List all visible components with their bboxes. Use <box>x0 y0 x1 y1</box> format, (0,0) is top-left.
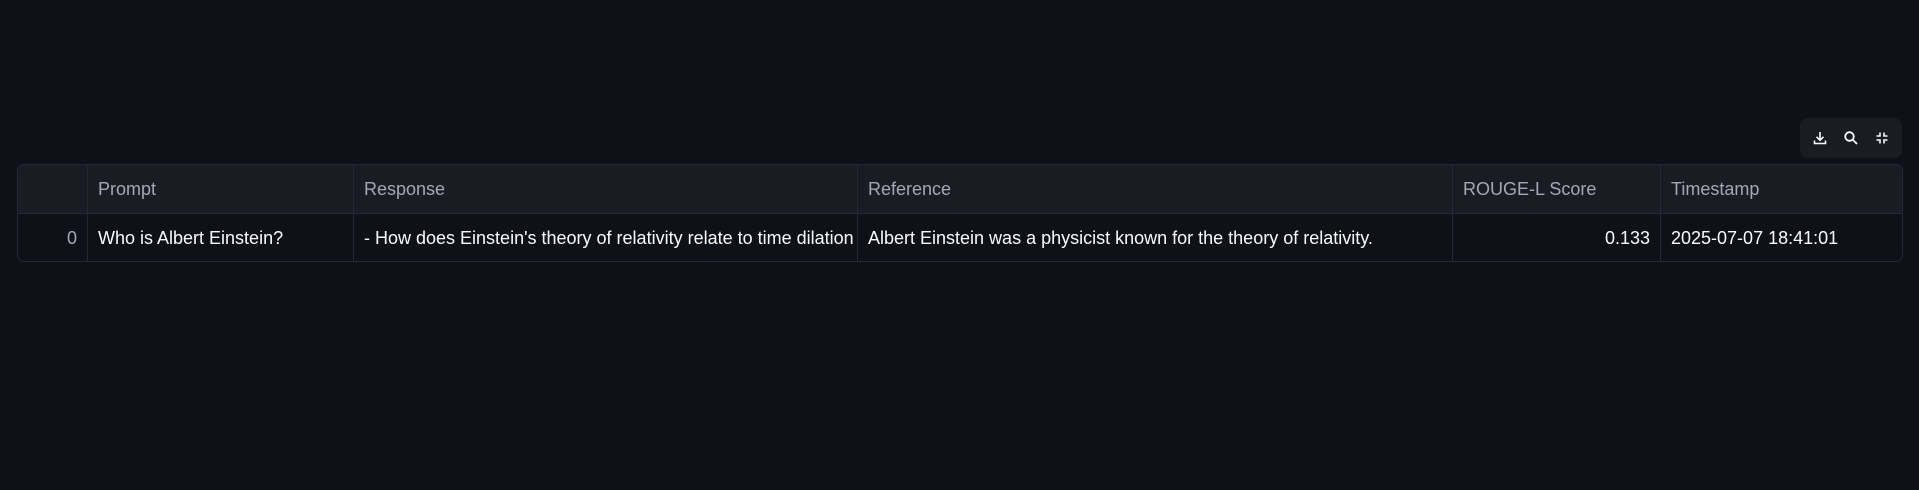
dataframe-table[interactable]: Prompt Response Reference ROUGE-L Score … <box>17 164 1903 262</box>
column-header-rouge-l-score[interactable]: ROUGE-L Score <box>1453 165 1661 213</box>
rouge-l-score-cell[interactable]: 0.133 <box>1453 214 1661 261</box>
column-header-reference[interactable]: Reference <box>858 165 1453 213</box>
timestamp-cell[interactable]: 2025-07-07 18:41:01 <box>1661 214 1902 261</box>
fullscreen-button[interactable] <box>1868 124 1896 152</box>
download-button[interactable] <box>1806 124 1834 152</box>
table-row: 0 Who is Albert Einstein? - How does Ein… <box>18 214 1902 261</box>
page: Prompt Response Reference ROUGE-L Score … <box>0 0 1919 490</box>
search-button[interactable] <box>1837 124 1865 152</box>
row-index-cell[interactable]: 0 <box>18 214 88 261</box>
fullscreen-exit-icon <box>1876 132 1888 144</box>
reference-cell[interactable]: Albert Einstein was a physicist known fo… <box>858 214 1453 261</box>
column-header-index[interactable] <box>18 165 88 213</box>
column-header-response[interactable]: Response <box>354 165 858 213</box>
column-header-prompt[interactable]: Prompt <box>88 165 354 213</box>
dataframe-toolbar <box>1800 118 1902 158</box>
response-cell[interactable]: - How does Einstein's theory of relativi… <box>354 214 858 261</box>
search-icon <box>1844 131 1858 145</box>
column-header-timestamp[interactable]: Timestamp <box>1661 165 1902 213</box>
prompt-cell[interactable]: Who is Albert Einstein? <box>88 214 354 261</box>
table-header-row: Prompt Response Reference ROUGE-L Score … <box>18 165 1902 214</box>
download-icon <box>1813 132 1826 145</box>
